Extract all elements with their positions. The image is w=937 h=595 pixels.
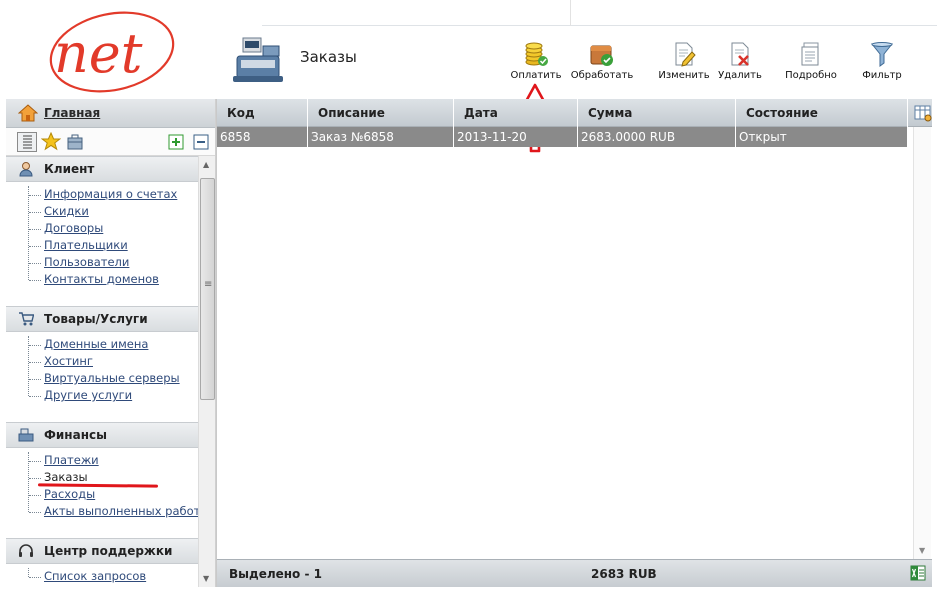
headset-icon (19, 544, 33, 557)
section-client: Клиент Информация о счетах Скидки Догово… (6, 156, 198, 288)
grid-scrollbar[interactable]: ▼ (913, 127, 931, 559)
favorites-star-icon[interactable] (40, 131, 62, 152)
cell-sum: 2683.0000 RUB (578, 127, 736, 147)
cart-icon (19, 312, 34, 326)
orders-grid: Код Описание Дата Сумма Состояние 6858 З… (216, 99, 932, 587)
section-finance: Финансы Платежи Заказы Расходы Акты выпо… (6, 422, 198, 520)
home-icon (18, 104, 38, 122)
expand-all-icon[interactable] (168, 134, 184, 150)
app-window: net Заказы Оплатить Обработать Изменить … (0, 0, 937, 595)
table-row[interactable]: 6858 Заказ №6858 2013-11-20 2683.0000 RU… (217, 127, 907, 147)
cell-date: 2013-11-20 (454, 127, 578, 147)
process-box-icon (590, 45, 613, 66)
column-header-status[interactable]: Состояние (736, 99, 908, 127)
column-header-code[interactable]: Код (217, 99, 308, 127)
scroll-down-icon[interactable]: ▼ (919, 546, 925, 555)
sidebar-item-domain-contacts[interactable]: Контакты доменов (26, 271, 198, 288)
cell-description: Заказ №6858 (308, 127, 454, 147)
sidebar-item-expenses[interactable]: Расходы (26, 486, 198, 503)
section-support: Центр поддержки Список запросов (6, 538, 198, 585)
details-document-icon (801, 42, 819, 66)
section-products: Товары/Услуги Доменные имена Хостинг Вир… (6, 306, 198, 404)
page-title: Заказы (300, 48, 357, 66)
process-button[interactable]: Обработать (564, 40, 640, 86)
sidebar-scrollbar[interactable]: ▲ ▼ (198, 156, 215, 587)
svg-text:net: net (54, 22, 143, 85)
section-header[interactable]: Центр поддержки (6, 538, 198, 564)
filter-funnel-icon (870, 42, 894, 67)
sidebar-item-contracts[interactable]: Договоры (26, 220, 198, 237)
section-header[interactable]: Финансы (6, 422, 198, 448)
cell-code: 6858 (217, 127, 308, 147)
sidebar-item-work-acts[interactable]: Акты выполненных работ (26, 503, 198, 520)
sidebar-item-domains[interactable]: Доменные имена (26, 336, 198, 353)
header-strip (262, 0, 937, 26)
grid-footer: Выделено - 1 2683 RUB (217, 559, 932, 587)
sidebar-toolbar (6, 128, 215, 156)
sidebar-item-account-info[interactable]: Информация о счетах (26, 186, 198, 203)
total-sum: 2683 RUB (591, 567, 657, 581)
export-excel-icon[interactable] (910, 565, 926, 581)
brand-logo[interactable]: net (40, 6, 180, 96)
section-header[interactable]: Клиент (6, 156, 198, 182)
column-settings-icon[interactable] (914, 104, 932, 122)
scrollbar-thumb[interactable] (200, 178, 215, 400)
collapse-all-icon[interactable] (193, 134, 209, 150)
sidebar-item-hosting[interactable]: Хостинг (26, 353, 198, 370)
pay-button[interactable]: Оплатить (498, 40, 574, 86)
sidebar-item-payments[interactable]: Платежи (26, 452, 198, 469)
home-link[interactable]: Главная (6, 99, 215, 128)
column-header-date[interactable]: Дата (454, 99, 578, 127)
grid-header: Код Описание Дата Сумма Состояние (217, 99, 932, 127)
selected-count: Выделено - 1 (229, 567, 322, 581)
sidebar-item-request-list[interactable]: Список запросов (26, 568, 198, 585)
delete-document-icon (731, 42, 749, 66)
list-view-icon[interactable] (17, 132, 37, 152)
sidebar: Главная Клиент Информация о счетах Скидк… (6, 99, 216, 587)
sidebar-item-users[interactable]: Пользователи (26, 254, 198, 271)
cash-register-icon (229, 32, 285, 84)
sidebar-item-discounts[interactable]: Скидки (26, 203, 198, 220)
edit-document-icon (675, 42, 696, 67)
sidebar-item-other-services[interactable]: Другие услуги (26, 387, 198, 404)
sidebar-sections: Клиент Информация о счетах Скидки Догово… (6, 156, 198, 587)
user-icon (19, 162, 33, 177)
details-button[interactable]: Подробно (773, 40, 849, 86)
coins-pay-icon (525, 42, 548, 66)
sidebar-item-virtual-servers[interactable]: Виртуальные серверы (26, 370, 198, 387)
column-header-description[interactable]: Описание (308, 99, 454, 127)
filter-button[interactable]: Фильтр (844, 40, 920, 86)
sidebar-item-payers[interactable]: Плательщики (26, 237, 198, 254)
cell-status: Открыт (739, 130, 787, 144)
scroll-up-icon[interactable]: ▲ (203, 160, 209, 169)
column-header-sum[interactable]: Сумма (578, 99, 736, 127)
delete-button[interactable]: Удалить (702, 40, 778, 86)
section-header[interactable]: Товары/Услуги (6, 306, 198, 332)
scroll-down-icon[interactable]: ▼ (203, 574, 209, 583)
cash-register-icon (18, 428, 34, 442)
briefcase-icon[interactable] (65, 132, 85, 152)
